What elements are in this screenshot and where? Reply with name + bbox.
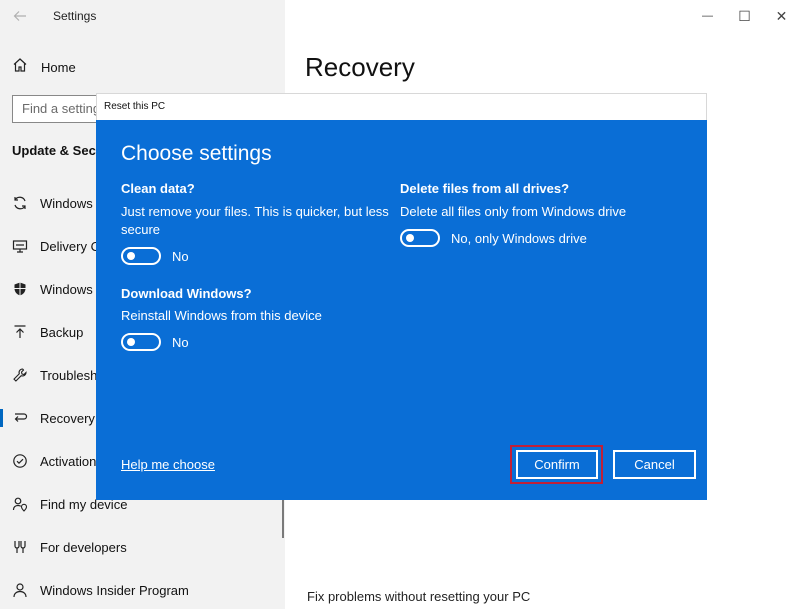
dialog-title-bar: Reset this PC xyxy=(96,93,707,120)
clean-data-toggle-row: No xyxy=(121,247,189,265)
clean-data-title: Clean data? xyxy=(121,181,195,196)
minimize-button[interactable]: — xyxy=(689,6,726,26)
toggle-knob xyxy=(127,252,135,260)
delete-drives-toggle-row: No, only Windows drive xyxy=(400,229,587,247)
delivery-icon xyxy=(11,237,29,255)
sync-icon xyxy=(11,194,29,212)
download-windows-toggle[interactable] xyxy=(121,333,161,351)
person-location-icon xyxy=(11,495,29,513)
reset-pc-dialog: Choose settings Clean data? Just remove … xyxy=(96,120,707,500)
page-title: Recovery xyxy=(305,52,415,82)
nav-home-label: Home xyxy=(41,59,76,75)
developer-icon xyxy=(11,538,29,556)
download-windows-toggle-label: No xyxy=(172,334,189,350)
shield-icon xyxy=(11,280,29,298)
clean-data-desc-line2: secure xyxy=(121,222,161,237)
maximize-button[interactable]: ☐ xyxy=(726,6,763,26)
title-bar: Settings xyxy=(0,0,285,32)
app-title: Settings xyxy=(53,9,97,23)
confirm-button[interactable]: Confirm xyxy=(516,450,598,479)
help-me-choose-link[interactable]: Help me choose xyxy=(121,457,215,472)
sidebar-item-label: Backup xyxy=(40,324,84,340)
upload-icon xyxy=(11,323,29,341)
recovery-icon xyxy=(11,409,29,427)
dialog-heading: Choose settings xyxy=(121,142,272,165)
delete-drives-toggle-label: No, only Windows drive xyxy=(451,230,587,246)
sidebar-item-windows-insider-program[interactable]: Windows Insider Program xyxy=(0,572,285,608)
clean-data-toggle-label: No xyxy=(172,248,189,264)
download-windows-toggle-row: No xyxy=(121,333,189,351)
check-circle-icon xyxy=(11,452,29,470)
back-arrow-icon[interactable] xyxy=(12,8,28,24)
sidebar-item-label: Recovery xyxy=(40,410,95,426)
sidebar-item-label: For developers xyxy=(40,539,127,555)
fix-problems-text: Fix problems without resetting your PC xyxy=(307,589,531,604)
clean-data-toggle[interactable] xyxy=(121,247,161,265)
cancel-button[interactable]: Cancel xyxy=(613,450,696,479)
sidebar-item-label: Windows Insider Program xyxy=(40,582,189,598)
wrench-icon xyxy=(11,366,29,384)
dialog-window-title: Reset this PC xyxy=(104,101,166,112)
clean-data-desc-line1: Just remove your files. This is quicker,… xyxy=(121,204,389,219)
sidebar-item-for-developers[interactable]: For developers xyxy=(0,529,285,565)
toggle-knob xyxy=(406,234,414,242)
sidebar-scrollbar[interactable] xyxy=(282,498,284,538)
sidebar-item-label: Activation xyxy=(40,453,97,469)
download-windows-title: Download Windows? xyxy=(121,286,252,301)
insider-icon xyxy=(11,581,29,599)
delete-drives-toggle[interactable] xyxy=(400,229,440,247)
nav-home[interactable]: Home xyxy=(12,57,76,77)
home-icon xyxy=(12,57,28,78)
window-controls: — ☐ ✕ xyxy=(689,6,800,26)
toggle-knob xyxy=(127,338,135,346)
delete-drives-title: Delete files from all drives? xyxy=(400,181,570,196)
download-windows-desc: Reinstall Windows from this device xyxy=(121,308,322,323)
delete-drives-desc: Delete all files only from Windows drive xyxy=(400,204,627,219)
close-button[interactable]: ✕ xyxy=(763,6,800,26)
